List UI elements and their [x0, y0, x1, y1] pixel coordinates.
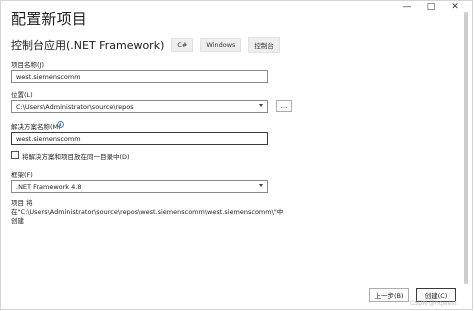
framework-label: 框架(F)	[11, 171, 33, 179]
solution-name-input[interactable]: west.siemenscomm	[11, 132, 268, 145]
window-controls: — □ ✕	[396, 1, 466, 13]
tag-language: C#	[171, 38, 194, 52]
project-name-input[interactable]: west.siemenscomm	[11, 70, 268, 83]
chevron-down-icon	[259, 184, 263, 187]
watermark: CSDN @hqwest	[410, 300, 457, 307]
tag-project-type: 控制台	[248, 37, 280, 53]
vertical-scrollbar[interactable]	[462, 12, 470, 284]
info-icon[interactable]: i	[57, 121, 64, 128]
dialog-title: 配置新项目	[11, 10, 88, 28]
framework-dropdown[interactable]: .NET Framework 4.8	[11, 180, 268, 193]
location-label: 位置(L)	[11, 91, 33, 99]
same-directory-checkbox[interactable]	[11, 151, 19, 159]
minimize-icon[interactable]: —	[396, 1, 418, 13]
project-name-label: 项目名称(J)	[11, 61, 44, 69]
browse-button[interactable]: ...	[276, 100, 292, 112]
project-path-summary: 项目 将在"C:\Users\Administrator\source\repo…	[11, 199, 284, 225]
framework-value: .NET Framework 4.8	[16, 182, 82, 191]
maximize-icon[interactable]: □	[420, 1, 442, 13]
solution-name-label: 解决方案名称(M)	[11, 123, 61, 131]
scrollbar-thumb[interactable]	[464, 12, 468, 284]
location-dropdown[interactable]: C:\Users\Administrator\source\repos	[11, 100, 268, 113]
solution-name-value: west.siemenscomm	[16, 134, 81, 143]
chevron-down-icon	[259, 104, 263, 107]
previous-button[interactable]: 上一步(B)	[369, 288, 409, 302]
template-name: 控制台应用(.NET Framework)	[11, 39, 165, 52]
tag-platform: Windows	[200, 38, 242, 52]
same-directory-label[interactable]: 将解决方案和项目放在同一目录中(D)	[22, 151, 130, 161]
template-header: 控制台应用(.NET Framework) C# Windows 控制台	[11, 37, 280, 53]
project-name-value: west.siemenscomm	[16, 72, 81, 81]
location-value: C:\Users\Administrator\source\repos	[16, 102, 134, 111]
